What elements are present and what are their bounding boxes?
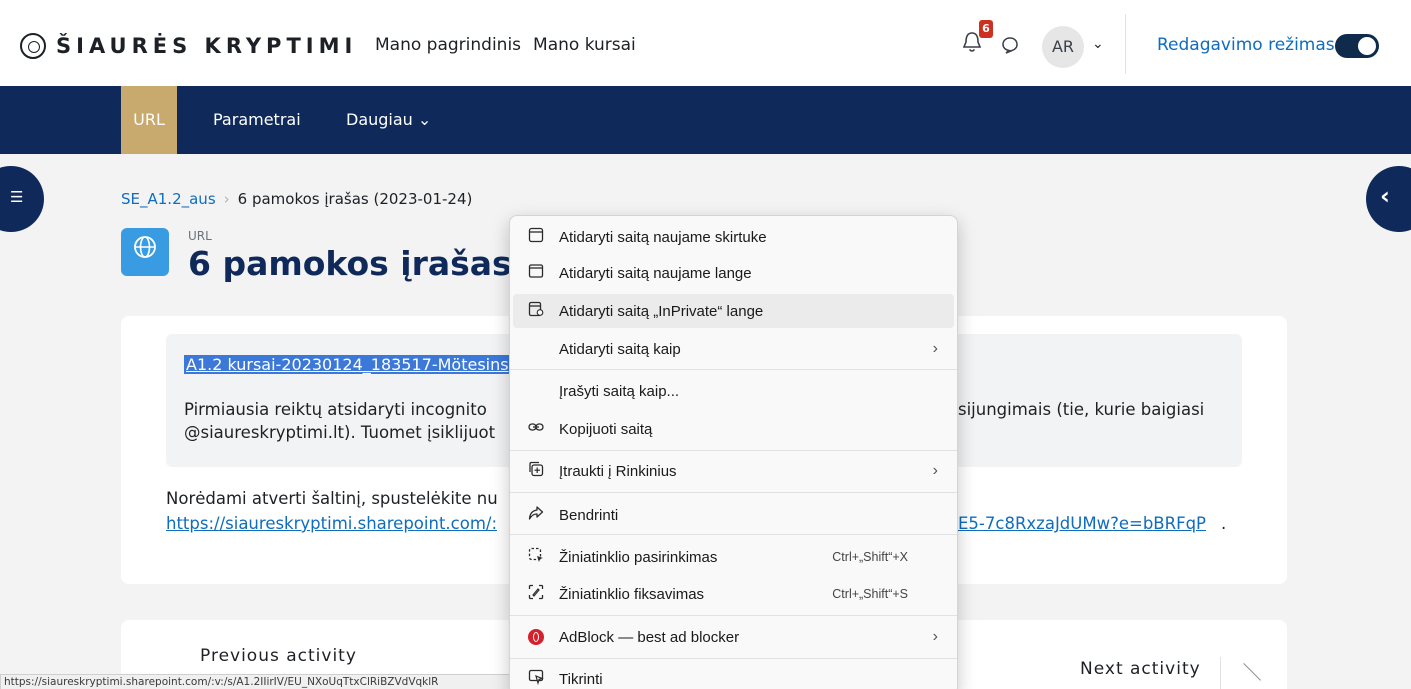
menu-divider — [510, 615, 957, 616]
tab-more-label: Daugiau — [346, 110, 413, 129]
menu-divider — [510, 658, 957, 659]
web-capture-icon — [525, 584, 547, 605]
menu-item-label: AdBlock — best ad blocker — [559, 628, 740, 646]
edit-mode-label: Redagavimo režimas — [1157, 35, 1335, 55]
menu-item-label: Bendrinti — [559, 506, 619, 524]
navbar-divider — [1125, 14, 1126, 74]
menu-item-label: Atidaryti saitą „InPrivate“ lange — [559, 302, 764, 320]
menu-item-label: Tikrinti — [559, 670, 603, 688]
menu-item-inspect[interactable]: Tikrinti — [513, 662, 954, 689]
menu-item-open-in-new-window[interactable]: Atidaryti saitą naujame lange — [513, 256, 954, 290]
menu-item-adblock[interactable]: AdBlock — best ad blocker › — [513, 620, 954, 654]
user-menu-chevron-down-icon[interactable]: ⌄ — [1092, 36, 1104, 52]
chevron-down-icon: ⌄ — [417, 110, 432, 129]
menu-item-label: Žiniatinklio pasirinkimas — [559, 548, 718, 566]
context-menu: Atidaryti saitą naujame skirtuke Atidary… — [509, 215, 958, 689]
course-index-drawer-toggle[interactable]: ☰ — [0, 166, 44, 232]
menu-item-label: Atidaryti saitą naujame skirtuke — [559, 228, 767, 246]
menu-item-label: Atidaryti saitą kaip — [559, 340, 681, 358]
url-period: . — [1221, 514, 1227, 533]
chevron-right-icon: › — [932, 462, 938, 479]
nav-dashboard-link[interactable]: Mano pagrindinis — [375, 35, 521, 55]
nav-my-courses-link[interactable]: Mano kursai — [533, 35, 636, 55]
resource-url-link-tail[interactable]: E5-7c8RxzaJdUMw?e=bBRFqP — [958, 514, 1206, 533]
recording-file-link[interactable]: A1.2 kursai-20230124_183517-Mötesinsp — [184, 355, 514, 374]
menu-item-open-link-as[interactable]: Atidaryti saitą kaip › — [513, 332, 954, 366]
chevron-right-icon: › — [932, 340, 938, 357]
user-avatar[interactable]: AR — [1042, 26, 1084, 68]
menu-item-label: Įrašyti saitą kaip... — [559, 382, 680, 400]
menu-item-web-select[interactable]: Žiniatinklio pasirinkimas Ctrl+„Shift“+X — [513, 540, 954, 574]
menu-item-copy-link[interactable]: Kopijuoti saitą — [513, 412, 954, 446]
next-activity-label[interactable]: Next activity — [1080, 659, 1201, 679]
menu-item-add-to-collections[interactable]: Įtraukti į Rinkinius › — [513, 454, 954, 488]
menu-divider — [510, 369, 957, 370]
breadcrumb-separator-icon: › — [223, 190, 230, 208]
link-icon — [525, 419, 547, 440]
menu-item-share[interactable]: Bendrinti — [513, 498, 954, 532]
tab-more[interactable]: Daugiau ⌄ — [346, 86, 431, 154]
inspect-icon — [525, 669, 547, 689]
list-icon: ☰ — [10, 188, 24, 206]
tab-url[interactable]: URL — [121, 86, 177, 154]
breadcrumb-course-link[interactable]: SE_A1.2_aus — [121, 190, 216, 208]
menu-divider — [510, 492, 957, 493]
web-select-icon — [525, 547, 547, 568]
menu-item-shortcut: Ctrl+„Shift“+X — [832, 550, 908, 564]
menu-item-save-link-as[interactable]: Įrašyti saitą kaip... — [513, 374, 954, 408]
intro-text-line1-start: Pirmiausia reiktų atsidaryti incognito — [184, 400, 487, 419]
menu-item-open-inprivate[interactable]: Atidaryti saitą „InPrivate“ lange — [513, 294, 954, 328]
tab-settings[interactable]: Parametrai — [213, 86, 301, 154]
breadcrumb-current: 6 pamokos įrašas (2023-01-24) — [237, 190, 473, 208]
menu-item-web-capture[interactable]: Žiniatinklio fiksavimas Ctrl+„Shift“+S — [513, 577, 954, 611]
globe-icon — [121, 228, 169, 276]
resource-url-link[interactable]: https://siaureskryptimi.sharepoint.com/: — [166, 514, 506, 533]
menu-item-label: Atidaryti saitą naujame lange — [559, 264, 752, 282]
menu-divider — [510, 534, 957, 535]
menu-item-label: Kopijuoti saitą — [559, 420, 653, 438]
page-title: 6 pamokos įrašas — [188, 244, 512, 283]
breadcrumb: SE_A1.2_aus › 6 pamokos įrašas (2023-01-… — [121, 190, 472, 208]
previous-activity-label[interactable]: Previous activity — [200, 646, 357, 666]
top-navbar: ŠIAURĖS KRYPTIMI Mano pagrindinis Mano k… — [0, 0, 1411, 86]
block-drawer-toggle[interactable]: ‹ — [1366, 166, 1411, 232]
menu-item-label: Įtraukti į Rinkinius — [559, 462, 677, 480]
edit-mode-toggle[interactable] — [1335, 34, 1379, 58]
new-window-icon — [525, 263, 547, 284]
menu-item-shortcut: Ctrl+„Shift“+S — [832, 587, 908, 601]
menu-item-open-in-new-tab[interactable]: Atidaryti saitą naujame skirtuke — [513, 220, 954, 254]
inprivate-icon — [525, 301, 547, 322]
chevron-right-icon: › — [932, 628, 938, 645]
brand-name: ŠIAURĖS KRYPTIMI — [56, 34, 358, 58]
secondary-navigation: URL Parametrai Daugiau ⌄ — [0, 86, 1411, 154]
primary-navigation: Mano pagrindinis Mano kursai — [375, 35, 636, 55]
menu-item-label: Žiniatinklio fiksavimas — [559, 585, 705, 603]
notification-count-badge: 6 — [979, 20, 993, 38]
new-tab-icon — [525, 227, 547, 248]
activity-type-label: URL — [188, 229, 212, 243]
next-activity-divider — [1220, 657, 1221, 689]
collections-icon — [525, 461, 547, 482]
site-logo[interactable]: ŠIAURĖS KRYPTIMI — [20, 33, 357, 59]
logo-emblem-icon — [20, 33, 46, 59]
share-icon — [525, 505, 547, 526]
link-status-bar: https://siaureskryptimi.sharepoint.com/:… — [0, 674, 512, 689]
intro-text-line2: @siaureskryptimi.lt). Tuomet įsiklijuot — [184, 423, 496, 442]
adblock-icon — [528, 629, 544, 645]
intro-text-line1-end: sijungimais (tie, kurie baigiasi — [958, 400, 1205, 419]
chevron-left-icon: ‹ — [1380, 182, 1390, 210]
messages-chat-icon[interactable] — [1001, 36, 1019, 59]
open-resource-instruction: Norėdami atverti šaltinį, spustelėkite n… — [166, 489, 498, 508]
menu-divider — [510, 450, 957, 451]
